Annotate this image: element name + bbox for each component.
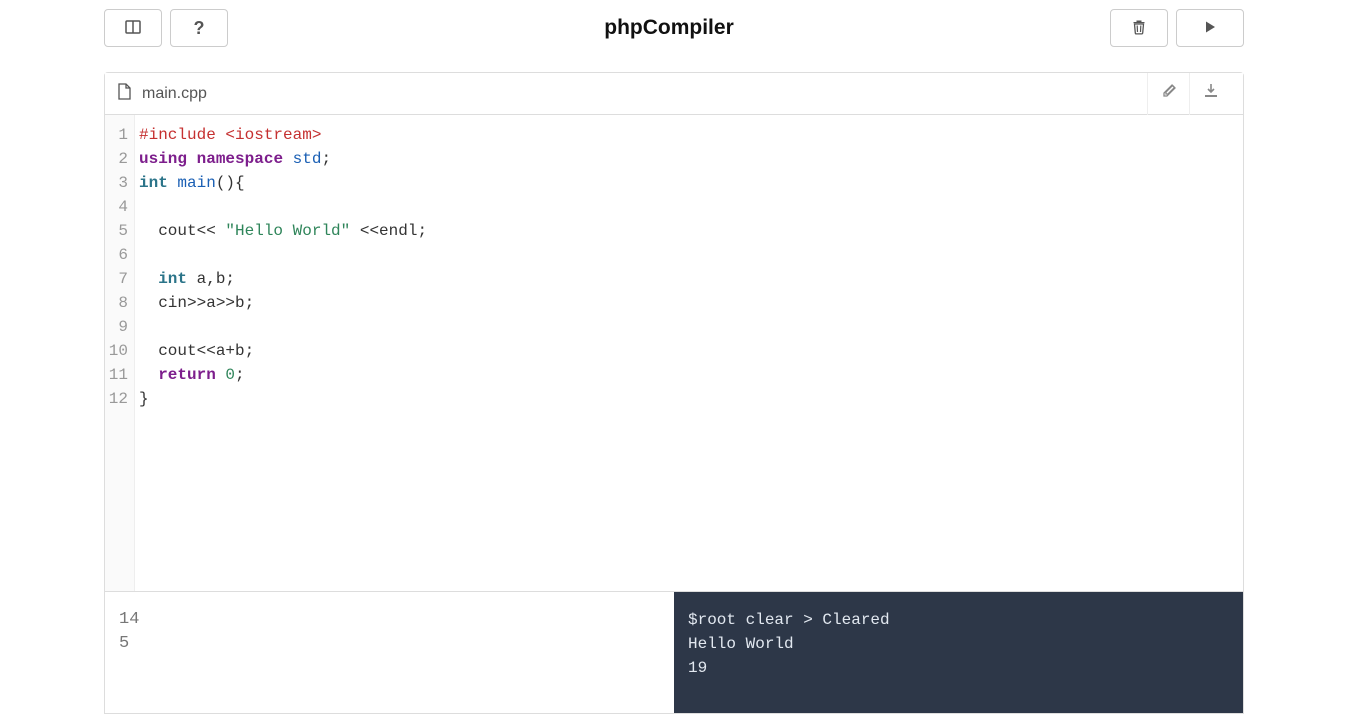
trash-icon: [1131, 19, 1147, 38]
download-icon: [1203, 83, 1219, 104]
line-number: 5: [105, 219, 128, 243]
edit-icon: [1161, 83, 1177, 104]
stdin-panel[interactable]: 14 5: [105, 592, 674, 713]
code-line: [139, 195, 427, 219]
line-number: 10: [105, 339, 128, 363]
rename-button[interactable]: [1147, 73, 1189, 115]
clear-button[interactable]: [1110, 9, 1168, 47]
line-number: 8: [105, 291, 128, 315]
line-number: 6: [105, 243, 128, 267]
code-line: int main(){: [139, 171, 427, 195]
stdout-panel: $root clear > Cleared Hello World 19: [674, 592, 1243, 713]
line-number: 2: [105, 147, 128, 171]
code-line: [139, 315, 427, 339]
code-line: cout<< "Hello World" <<endl;: [139, 219, 427, 243]
columns-icon: [125, 19, 141, 38]
file-bar: main.cpp: [105, 73, 1243, 115]
code-line: int a,b;: [139, 267, 427, 291]
help-button[interactable]: ?: [170, 9, 228, 47]
line-number: 12: [105, 387, 128, 411]
line-number: 4: [105, 195, 128, 219]
io-panels: 14 5 $root clear > Cleared Hello World 1…: [104, 592, 1244, 714]
code-line: }: [139, 387, 427, 411]
play-icon: [1202, 19, 1218, 38]
run-button[interactable]: [1176, 9, 1244, 47]
line-gutter: 123456789101112: [105, 115, 135, 591]
editor-panel: main.cpp: [104, 72, 1244, 592]
code-line: return 0;: [139, 363, 427, 387]
layout-button[interactable]: [104, 9, 162, 47]
file-name: main.cpp: [142, 85, 207, 103]
question-icon: ?: [194, 18, 205, 39]
file-icon: [117, 83, 132, 105]
download-button[interactable]: [1189, 73, 1231, 115]
app-title: phpCompiler: [604, 16, 734, 40]
line-number: 3: [105, 171, 128, 195]
line-number: 11: [105, 363, 128, 387]
line-number: 9: [105, 315, 128, 339]
code-line: cout<<a+b;: [139, 339, 427, 363]
code-editor[interactable]: 123456789101112 #include <iostream>using…: [105, 115, 1243, 591]
line-number: 1: [105, 123, 128, 147]
line-number: 7: [105, 267, 128, 291]
code-line: [139, 243, 427, 267]
code-line: cin>>a>>b;: [139, 291, 427, 315]
code-line: using namespace std;: [139, 147, 427, 171]
code-line: #include <iostream>: [139, 123, 427, 147]
toolbar: ? phpCompiler: [104, 8, 1244, 48]
code-content: #include <iostream>using namespace std;i…: [135, 115, 431, 591]
